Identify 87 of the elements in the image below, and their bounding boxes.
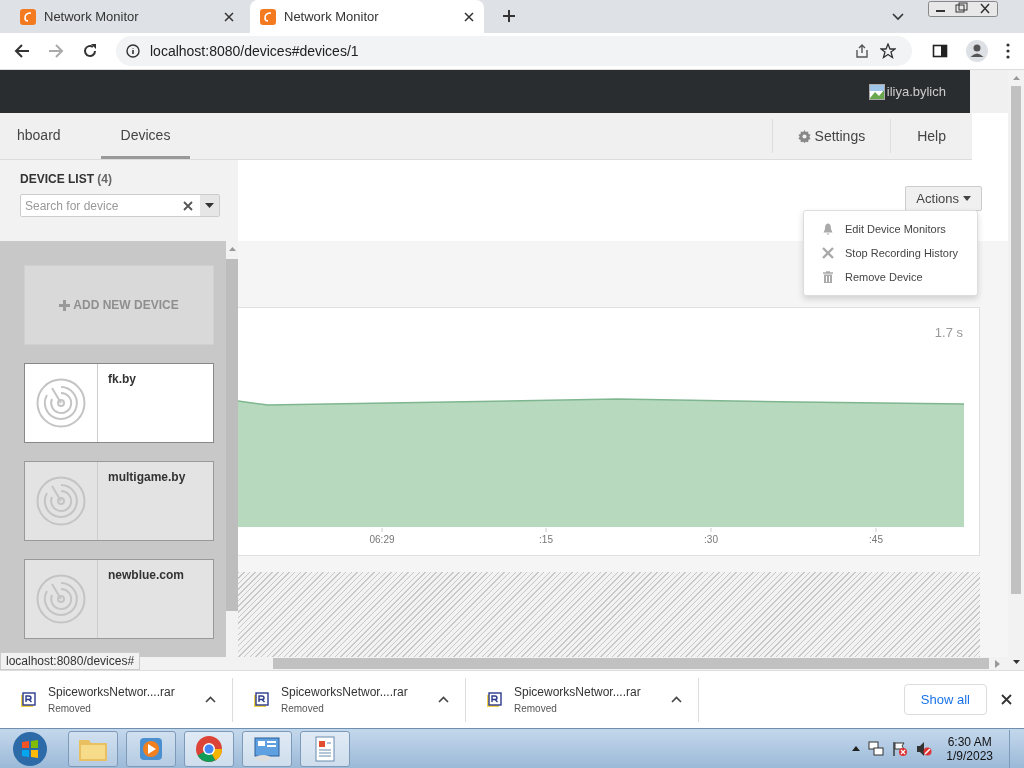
close-icon[interactable]	[464, 11, 474, 22]
device-card[interactable]: multigame.by	[24, 461, 214, 541]
axis-label: 06:29	[369, 534, 395, 545]
side-panel-icon[interactable]	[932, 43, 948, 59]
axis-label: :30	[704, 534, 718, 545]
archive-icon	[253, 691, 269, 708]
download-status: Removed	[48, 703, 92, 714]
scroll-up-icon[interactable]	[228, 247, 236, 251]
status-url-tooltip: localhost:8080/devices#	[0, 652, 141, 670]
speaker-muted-icon[interactable]	[916, 740, 933, 757]
reload-icon[interactable]	[82, 43, 98, 59]
download-item[interactable]: SpiceworksNetwor....rar Removed	[233, 677, 466, 722]
star-icon[interactable]	[880, 43, 896, 59]
bell-icon	[822, 223, 834, 235]
download-item[interactable]: SpiceworksNetwor....rar Removed	[0, 677, 233, 722]
device-card[interactable]: fk.by	[24, 363, 214, 443]
close-icon[interactable]	[224, 11, 234, 22]
chevron-up-icon[interactable]	[671, 696, 682, 703]
dropdown-button[interactable]	[200, 195, 219, 216]
search-field[interactable]: Search for device	[20, 194, 220, 217]
browser-icon[interactable]	[184, 730, 234, 767]
settings-link[interactable]: Settings	[771, 119, 891, 153]
download-item[interactable]: SpiceworksNetwor....rar Removed	[466, 677, 699, 722]
plus-icon	[59, 299, 71, 311]
app-logo-icon	[260, 8, 276, 25]
browser-tab[interactable]: Network Monitor	[10, 0, 244, 33]
file-name: SpiceworksNetwor....rar	[48, 685, 176, 699]
device-name: multigame.by	[107, 469, 187, 486]
control-panel-icon[interactable]	[242, 730, 292, 767]
menu-item[interactable]: Edit Device Monitors	[804, 217, 977, 241]
browser-tab[interactable]: Network Monitor	[250, 0, 484, 33]
profile-icon[interactable]	[966, 40, 988, 62]
show-hidden-icons[interactable]	[852, 746, 861, 751]
info-icon	[126, 44, 140, 58]
menu-item[interactable]: Stop Recording History	[804, 241, 977, 265]
user-name[interactable]: iliya.bylich	[886, 84, 946, 99]
radar-icon	[36, 476, 86, 526]
close-icon[interactable]	[1001, 694, 1012, 705]
clock[interactable]: 6:30 AM 1/9/2023	[946, 734, 993, 763]
device-name: fk.by	[107, 371, 137, 388]
new-tab-icon[interactable]	[502, 9, 516, 23]
chevron-up-icon[interactable]	[438, 696, 449, 703]
address-field[interactable]: localhost:8080/devices#devices/1	[116, 36, 912, 66]
scrollbar[interactable]	[1008, 70, 1024, 670]
axis-label: :15	[539, 534, 553, 545]
radar-icon	[36, 574, 86, 624]
file-name: SpiceworksNetwor....rar	[514, 685, 642, 699]
caret-icon	[205, 203, 214, 208]
caret-icon	[963, 196, 971, 201]
flag-icon[interactable]	[892, 740, 909, 757]
media-player-icon[interactable]	[126, 730, 176, 767]
download-status: Removed	[514, 703, 558, 714]
actions-button[interactable]: Actions	[905, 186, 982, 211]
tools-icon	[822, 247, 834, 259]
scroll-down-icon[interactable]	[1012, 660, 1020, 664]
file-name: SpiceworksNetwor....rar	[281, 685, 409, 699]
archive-icon	[20, 691, 36, 708]
back-icon[interactable]	[14, 43, 30, 59]
menu-item[interactable]: Remove Device	[804, 265, 977, 289]
show-all-button[interactable]: Show all	[903, 684, 987, 715]
network-icon[interactable]	[868, 740, 885, 757]
device-card[interactable]: newblue.com	[24, 559, 214, 639]
clear-icon[interactable]	[183, 201, 193, 211]
app-logo-icon	[20, 8, 36, 25]
start-button[interactable]	[10, 729, 50, 768]
help-link[interactable]: Help	[890, 119, 972, 153]
archive-icon	[486, 691, 502, 708]
window-controls[interactable]	[928, 1, 998, 17]
document-icon[interactable]	[300, 730, 350, 767]
radar-icon	[36, 378, 86, 428]
nav-tab[interactable]: hboard	[0, 113, 81, 159]
menu-icon[interactable]	[1006, 43, 1010, 59]
device-name: newblue.com	[107, 567, 185, 584]
chevron-up-icon[interactable]	[205, 696, 216, 703]
trash-icon	[822, 271, 834, 283]
scroll-up-icon[interactable]	[1012, 76, 1020, 80]
settings-icon	[797, 129, 811, 143]
share-icon[interactable]	[854, 43, 870, 59]
broken-image-icon	[868, 83, 885, 100]
scroll-right-icon[interactable]	[995, 659, 1000, 668]
device-list-title: DEVICE LIST (4)	[20, 172, 114, 186]
download-status: Removed	[281, 703, 325, 714]
scale-label: 1.7 s	[934, 325, 963, 340]
tab-title: Network Monitor	[44, 9, 140, 24]
chevron-down-icon[interactable]	[892, 13, 904, 21]
axis-label: :45	[869, 534, 883, 545]
tab-title: Network Monitor	[284, 9, 380, 24]
